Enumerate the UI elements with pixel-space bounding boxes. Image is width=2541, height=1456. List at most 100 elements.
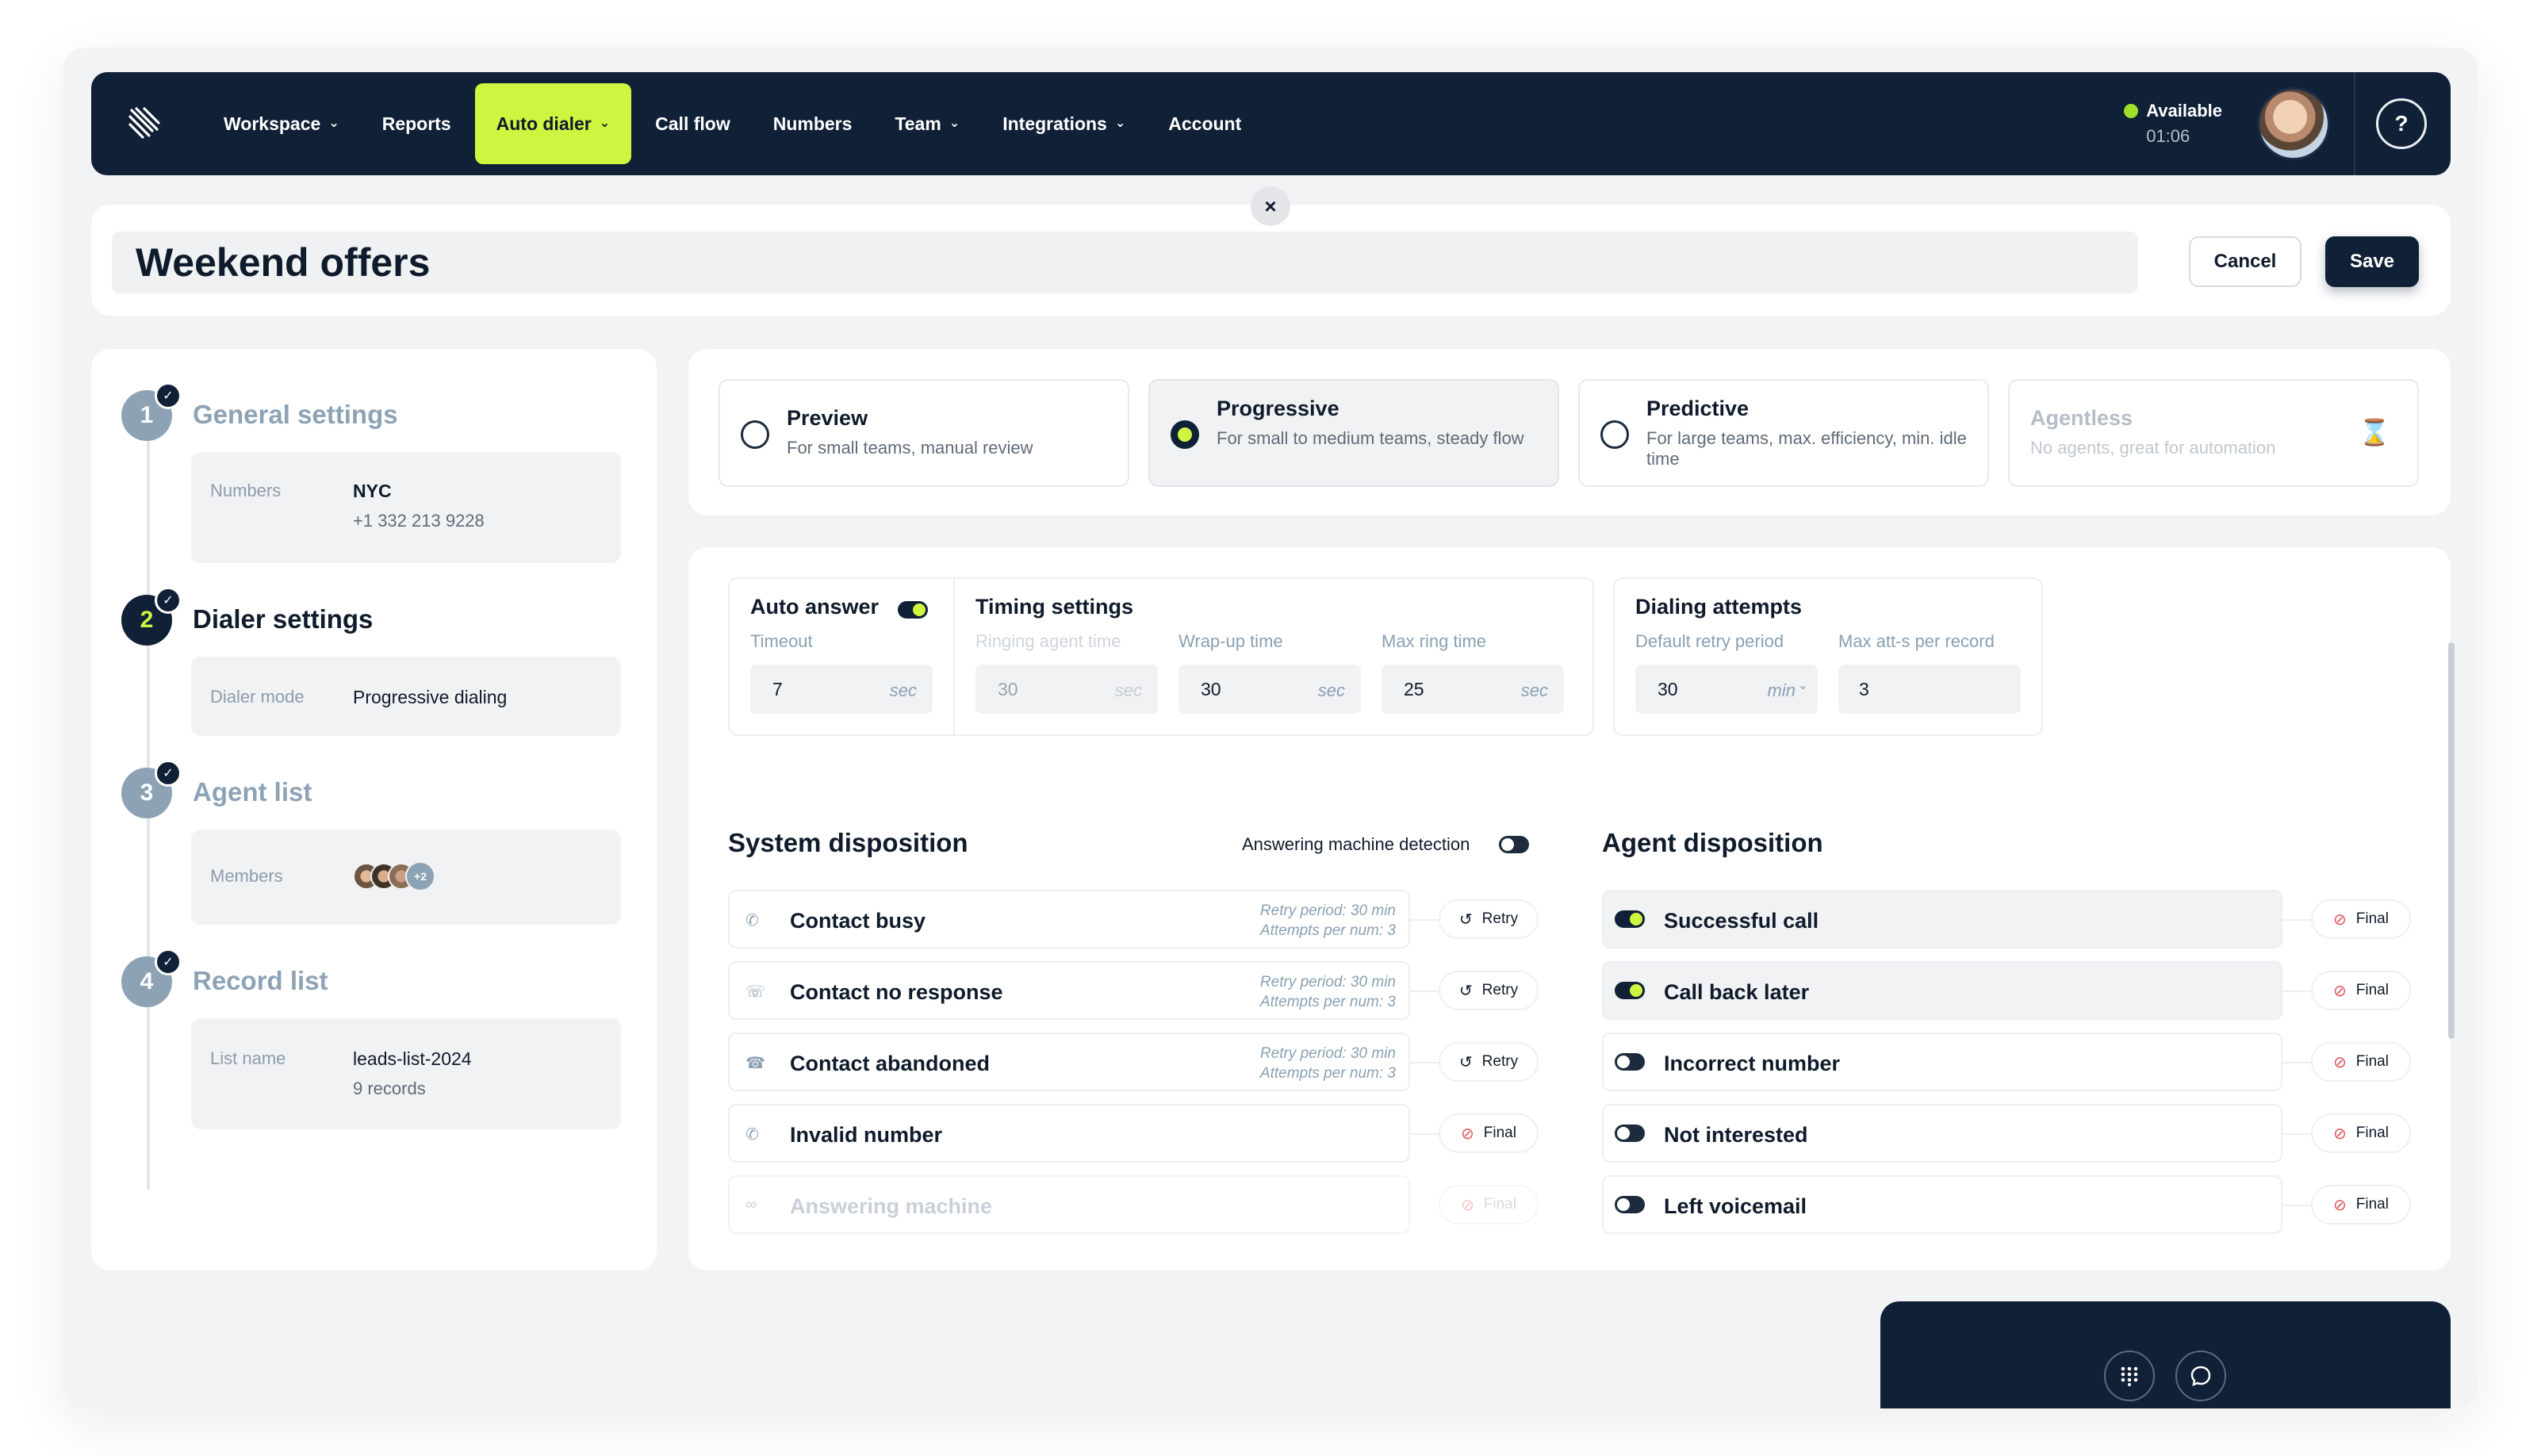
main-scrollbar[interactable] <box>2448 642 2455 1039</box>
action-label: Retry <box>1481 982 1519 998</box>
mode-progressive[interactable]: Progressive For small to medium teams, s… <box>1148 379 1559 487</box>
final-button[interactable]: ⊘ Final <box>2311 1042 2411 1082</box>
summary-sub: +1 332 213 9228 <box>353 511 485 531</box>
nav-account[interactable]: Account <box>1147 83 1263 164</box>
nav-auto-dialer[interactable]: Auto dialer ⌄ <box>474 83 632 164</box>
summary-value: Progressive dialing <box>353 687 508 707</box>
disposition-toggle[interactable] <box>1615 910 1645 928</box>
final-button[interactable]: ⊘ Final <box>2311 1113 2411 1153</box>
auto-answer-toggle[interactable] <box>898 601 928 619</box>
phone-busy-icon: ✆ <box>745 912 759 929</box>
campaign-title-input[interactable]: Weekend offers <box>112 232 2138 293</box>
status-label: Available <box>2146 101 2222 121</box>
logo-icon[interactable] <box>120 100 167 148</box>
agent-disposition-row: Incorrect number <box>1602 1033 2282 1091</box>
dialing-attempts-title: Dialing attempts <box>1635 595 1803 619</box>
wrapup-time-value: 30 <box>1201 679 1221 699</box>
retry-period-value: 30 <box>1658 679 1678 699</box>
disposition-name: Contact abandoned <box>790 1052 991 1075</box>
max-attempts-input[interactable]: 3 <box>1838 665 2021 714</box>
radio-progressive[interactable] <box>1171 420 1199 449</box>
agent-disposition-row: Call back later <box>1602 961 2282 1020</box>
bottom-dock <box>1880 1301 2451 1408</box>
wrapup-time-input[interactable]: 30 sec <box>1179 665 1361 714</box>
radio-preview[interactable] <box>741 420 769 449</box>
phone-hangup-icon: ☎ <box>745 1055 765 1072</box>
chat-icon[interactable] <box>2175 1351 2226 1401</box>
retry-button[interactable]: ↺ Retry <box>1439 1042 1539 1082</box>
system-disposition-row: ✆ Contact busy Retry period: 30 min Attem… <box>728 890 1410 948</box>
final-button[interactable]: ⊘ Final <box>1439 1113 1539 1153</box>
disposition-name: Contact busy <box>790 909 926 933</box>
row-connector <box>1410 1062 1442 1063</box>
retry-button[interactable]: ↺ Retry <box>1439 899 1539 939</box>
nav-reports[interactable]: Reports <box>361 83 473 164</box>
mode-predictive[interactable]: Predictive For large teams, max. efficie… <box>1578 379 1989 487</box>
summary-label: Members <box>210 866 283 886</box>
disposition-toggle[interactable] <box>1615 1196 1645 1213</box>
nav-right: Available 01:06 ? <box>2124 72 2451 175</box>
row-connector <box>2282 1133 2314 1135</box>
mode-description: For large teams, max. efficiency, min. i… <box>1646 428 1967 469</box>
disposition-name: Invalid number <box>790 1123 943 1147</box>
auto-answer-title: Auto answer <box>750 595 880 619</box>
chevron-down-icon: ⌄ <box>328 117 339 130</box>
nav-workspace[interactable]: Workspace ⌄ <box>202 83 361 164</box>
max-ring-time-input[interactable]: 25 sec <box>1382 665 1564 714</box>
row-connector <box>2282 919 2314 921</box>
summary-value: NYC <box>353 481 392 501</box>
nav-numbers[interactable]: Numbers <box>752 83 874 164</box>
close-icon[interactable]: × <box>1251 186 1290 226</box>
nav-team-label: Team <box>895 113 941 134</box>
system-disposition-title: System disposition <box>728 828 968 857</box>
nav-integrations[interactable]: Integrations ⌄ <box>981 83 1147 164</box>
dialer-settings-panel: Auto answer Timeout 7 sec Timing setting… <box>688 547 2451 1270</box>
step-title: General settings <box>193 400 398 429</box>
mode-title: Agentless <box>2030 406 2133 430</box>
timeout-input[interactable]: 7 sec <box>750 665 933 714</box>
step-summary-dialer-mode: Dialer mode Progressive dialing <box>191 657 621 736</box>
disposition-toggle[interactable] <box>1615 982 1645 999</box>
retry-period-select[interactable]: 30 min ⌄ <box>1635 665 1818 714</box>
nav-reports-label: Reports <box>381 113 451 134</box>
amd-toggle[interactable] <box>1499 836 1529 853</box>
save-button[interactable]: Save <box>2325 236 2419 287</box>
nav-team[interactable]: Team ⌄ <box>873 83 981 164</box>
final-button[interactable]: ⊘ Final <box>2311 971 2411 1010</box>
retry-button[interactable]: ↺ Retry <box>1439 971 1539 1010</box>
retry-icon: ↺ <box>1458 910 1473 929</box>
radio-predictive[interactable] <box>1600 420 1629 449</box>
timing-panel: Auto answer Timeout 7 sec Timing setting… <box>728 577 1594 736</box>
question-icon[interactable]: ? <box>2376 98 2427 149</box>
phone-invalid-icon: ✆ <box>745 1126 759 1144</box>
chevron-down-icon: ⌄ <box>949 117 960 130</box>
cancel-button[interactable]: Cancel <box>2189 236 2301 287</box>
members-more-badge: +2 <box>405 861 435 891</box>
action-label: Final <box>2355 1196 2389 1213</box>
row-connector <box>2282 1062 2314 1063</box>
summary-label: List name <box>210 1048 286 1068</box>
keypad-icon[interactable] <box>2104 1351 2155 1401</box>
nav-workspace-label: Workspace <box>224 113 321 134</box>
agent-disposition-row: Successful call <box>1602 890 2282 948</box>
ban-icon: ⊘ <box>2333 982 2347 1000</box>
mode-agentless: Agentless No agents, great for automatio… <box>2008 379 2419 487</box>
step-summary-numbers: Numbers NYC +1 332 213 9228 <box>191 452 621 563</box>
unit-label: min <box>1767 680 1796 700</box>
disposition-toggle[interactable] <box>1615 1053 1645 1071</box>
nav-call-flow[interactable]: Call flow <box>634 83 752 164</box>
disposition-name: Incorrect number <box>1664 1052 1841 1075</box>
disposition-toggle[interactable] <box>1615 1125 1645 1142</box>
mode-title: Preview <box>787 406 868 430</box>
action-label: Retry <box>1481 910 1519 927</box>
ban-icon: ⊘ <box>2333 1196 2347 1214</box>
final-button[interactable]: ⊘ Final <box>2311 1185 2411 1224</box>
final-button[interactable]: ⊘ Final <box>2311 899 2411 939</box>
availability-status[interactable]: Available 01:06 <box>2124 101 2222 147</box>
disposition-name: Left voicemail <box>1664 1194 1807 1218</box>
system-disposition-row: ✆ Invalid number <box>728 1104 1410 1163</box>
action-label: Final <box>1483 1125 1516 1141</box>
row-connector <box>1410 1133 1442 1135</box>
mode-preview[interactable]: Preview For small teams, manual review <box>719 379 1129 487</box>
user-avatar[interactable] <box>2257 87 2330 160</box>
